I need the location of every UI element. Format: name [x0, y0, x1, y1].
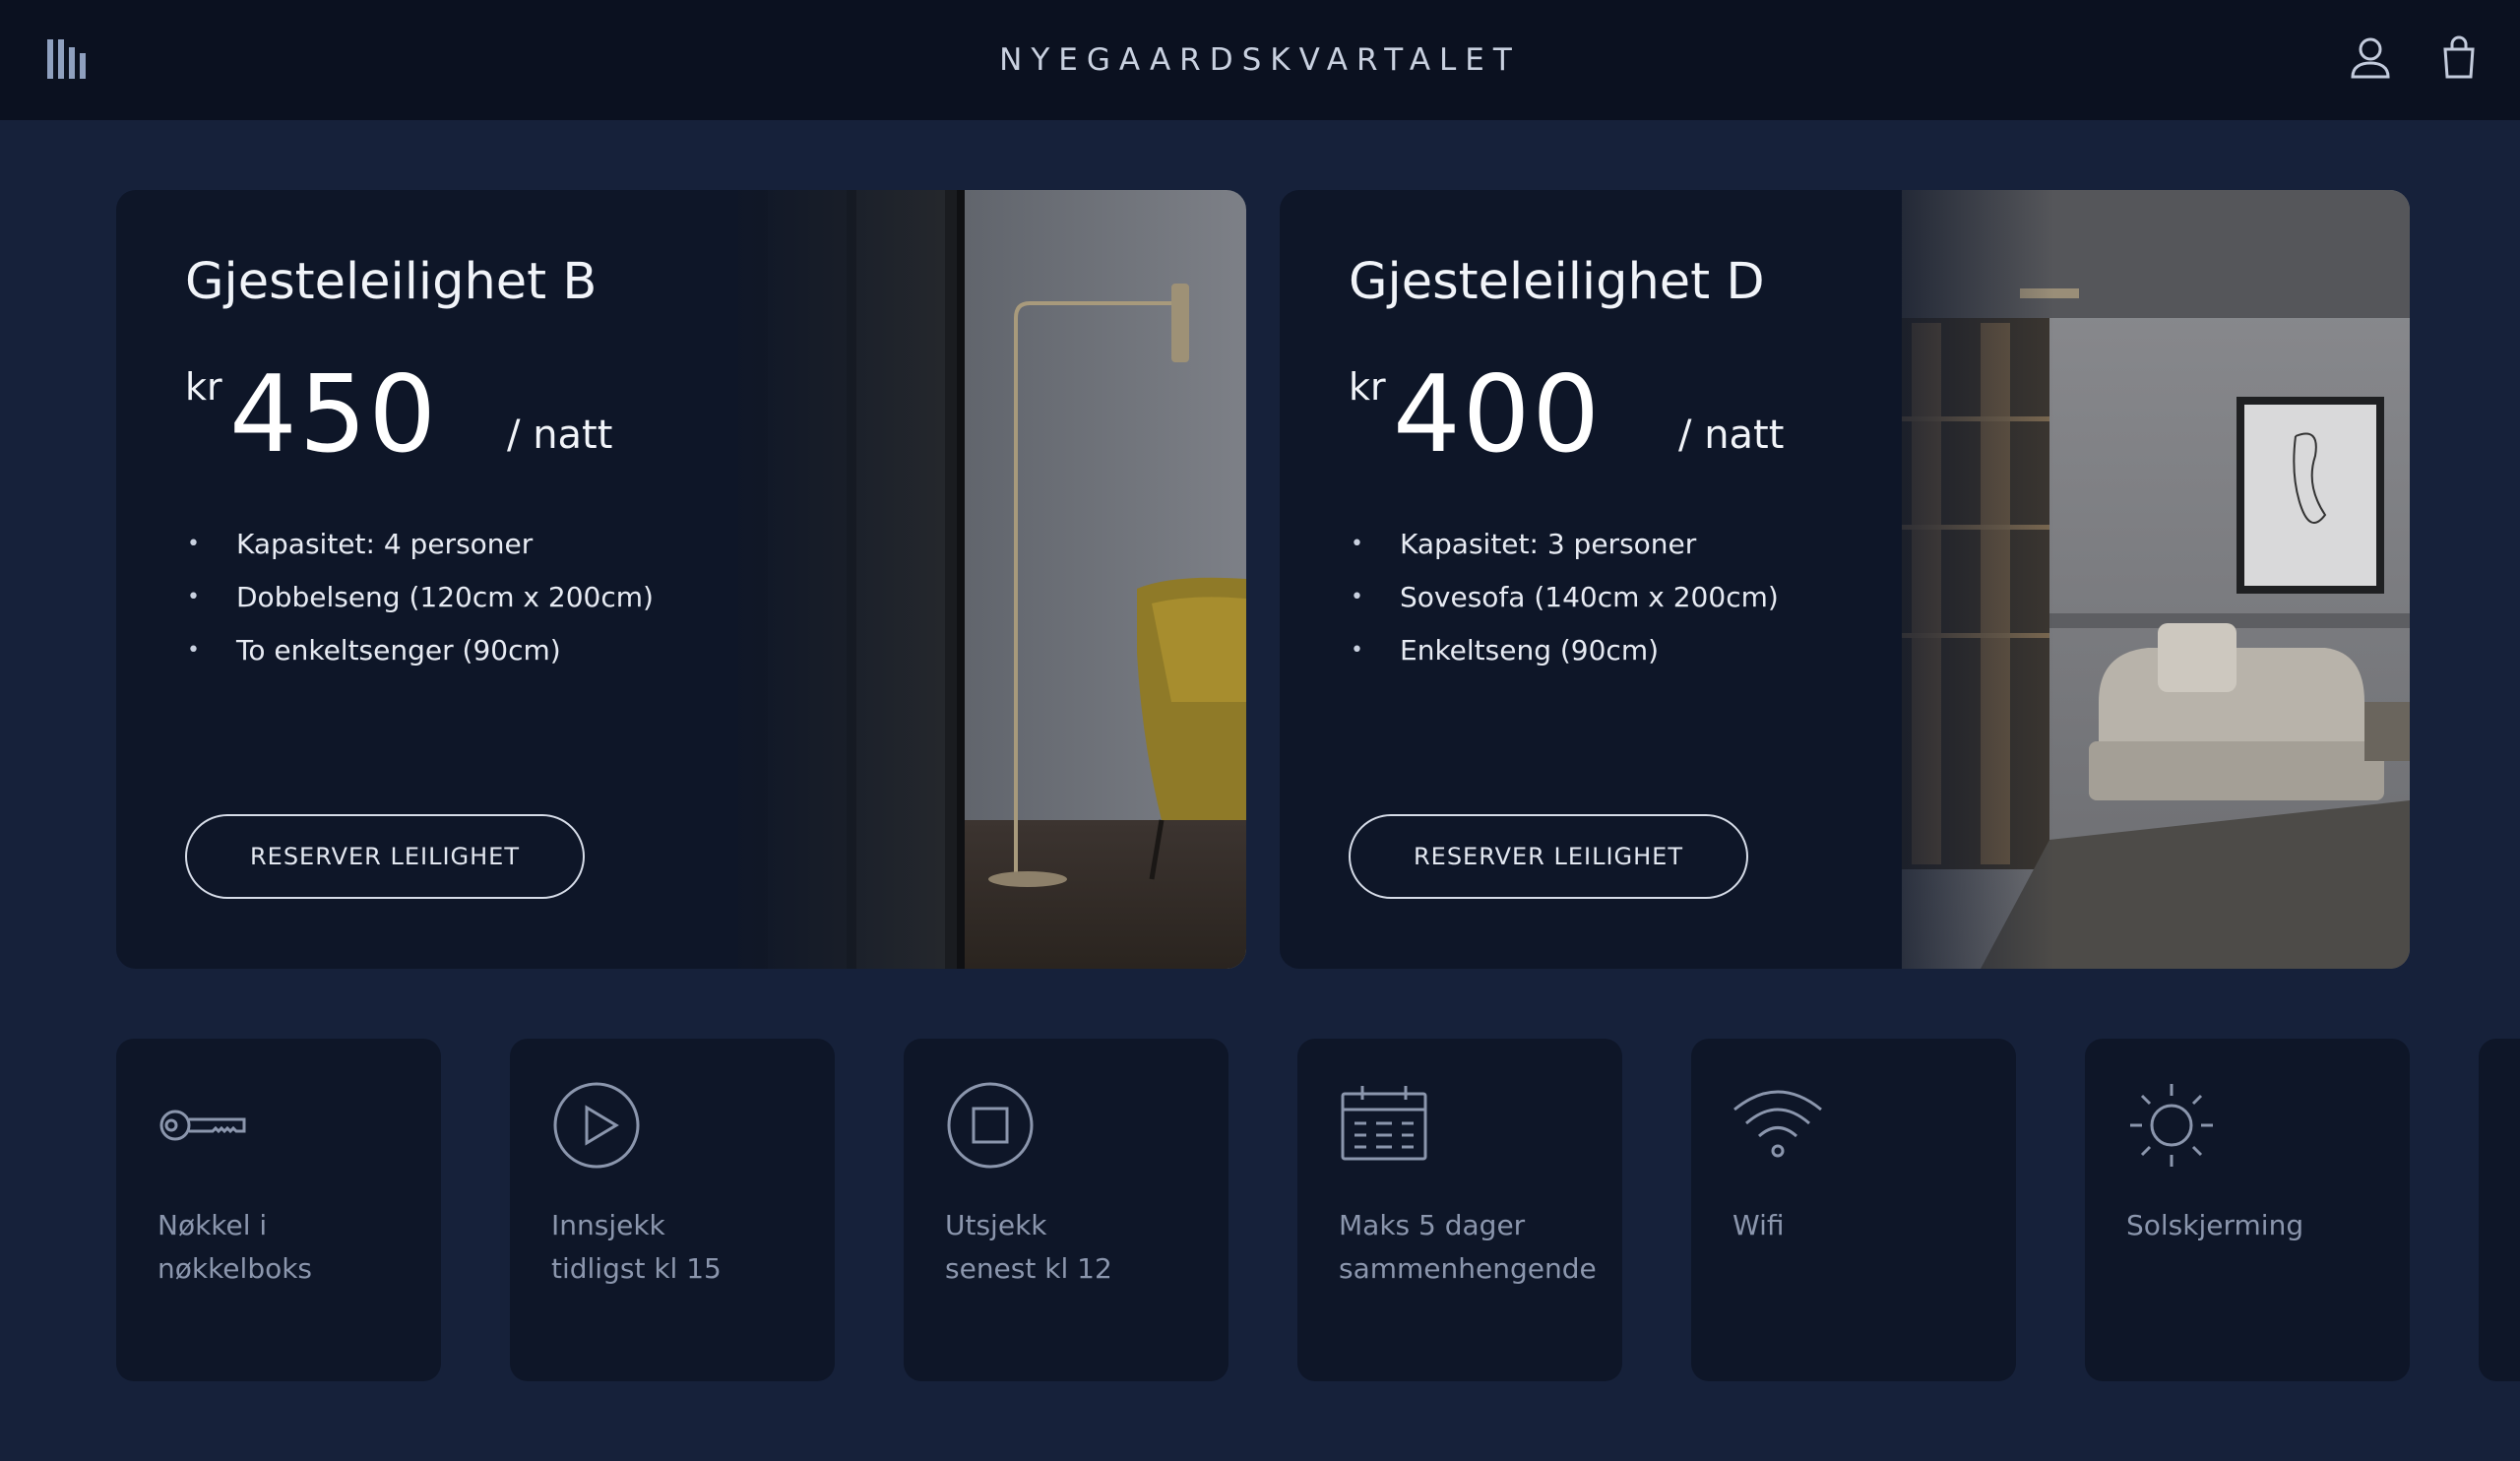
feature-item: • To enkeltsenger (90cm): [187, 634, 561, 667]
amenity-tile-wifi: Wifi: [1691, 1039, 2016, 1381]
amenity-tile-checkin: Innsjekk tidligst kl 15: [510, 1039, 835, 1381]
price: kr 450 / natt: [185, 353, 697, 476]
feature-text: To enkeltsenger (90cm): [236, 634, 561, 667]
amenity-label: Maks 5 dager sammenhengende: [1339, 1209, 1597, 1285]
amenity-tile-max-stay: Maks 5 dager sammenhengende: [1297, 1039, 1622, 1381]
amenity-tile-partial: [2479, 1039, 2520, 1381]
brand-title[interactable]: NYEGAARDSKVARTALET: [999, 42, 1521, 78]
stop-circle-icon: [947, 1082, 1034, 1169]
feature-list: • Kapasitet: 3 personer • Sovesofa (140cm …: [1349, 525, 1779, 684]
amenity-label: Nøkkel i nøkkelboks: [158, 1209, 313, 1285]
amenity-tile-sun-shading: Solskjerming: [2085, 1039, 2410, 1381]
user-icon: [2351, 37, 2390, 79]
account-button[interactable]: [2349, 35, 2392, 81]
play-circle-icon: [553, 1082, 640, 1169]
price: kr 400 / natt: [1349, 353, 1860, 476]
amenity-label: Wifi: [1732, 1209, 1785, 1241]
apartment-photo: [1902, 190, 2410, 969]
amenity-tile-key: Nøkkel i nøkkelboks: [116, 1039, 441, 1381]
wifi-icon: [1733, 1090, 1822, 1158]
sun-icon: [2130, 1084, 2213, 1167]
calendar-icon: [1341, 1086, 1427, 1161]
feature-text: Kapasitet: 3 personer: [1400, 528, 1697, 560]
apartment-photo: [738, 190, 1246, 969]
apartment-card-b: Gjesteleilighet B kr 450 / natt • Kapasit…: [116, 190, 1246, 969]
feature-item: • Kapasitet: 3 personer: [1351, 528, 1697, 560]
reserve-button[interactable]: RESERVER LEILIGHET: [185, 814, 585, 899]
menu-button[interactable]: [43, 33, 87, 83]
cart-button[interactable]: [2437, 33, 2481, 81]
feature-text: Sovesofa (140cm x 200cm): [1400, 581, 1779, 613]
apartment-card-d: Gjesteleilighet D kr 400 / natt • Kapasit…: [1280, 190, 2410, 969]
apartment-title: Gjesteleilighet D: [1349, 253, 1765, 311]
top-bar: NYEGAARDSKVARTALET: [0, 0, 2520, 120]
price-currency: kr: [1349, 365, 1386, 409]
feature-text: Kapasitet: 4 personer: [236, 528, 534, 560]
amenity-tile-checkout: Utsjekk senest kl 12: [904, 1039, 1228, 1381]
price-unit: / natt: [507, 413, 613, 458]
apartment-title: Gjesteleilighet B: [185, 253, 598, 311]
feature-item: • Kapasitet: 4 personer: [187, 528, 534, 560]
price-amount: 400: [1393, 353, 1603, 476]
feature-list: • Kapasitet: 4 personer • Dobbelseng (120c…: [185, 525, 654, 684]
reserve-button[interactable]: RESERVER LEILIGHET: [1349, 814, 1748, 899]
amenity-label: Solskjerming: [2126, 1209, 2304, 1241]
amenity-label: Utsjekk senest kl 12: [945, 1209, 1112, 1285]
feature-item: • Sovesofa (140cm x 200cm): [1351, 581, 1779, 613]
feature-text: Dobbelseng (120cm x 200cm): [236, 581, 654, 613]
feature-item: • Enkeltseng (90cm): [1351, 634, 1660, 667]
feature-text: Enkeltseng (90cm): [1400, 634, 1660, 667]
price-currency: kr: [185, 365, 222, 409]
feature-item: • Dobbelseng (120cm x 200cm): [187, 581, 654, 613]
price-unit: / natt: [1678, 413, 1785, 458]
price-amount: 450: [229, 353, 439, 476]
menu-bars-icon: [47, 39, 86, 79]
key-icon: [159, 1110, 246, 1141]
shopping-bag-icon: [2443, 35, 2475, 79]
amenity-label: Innsjekk tidligst kl 15: [551, 1209, 722, 1285]
